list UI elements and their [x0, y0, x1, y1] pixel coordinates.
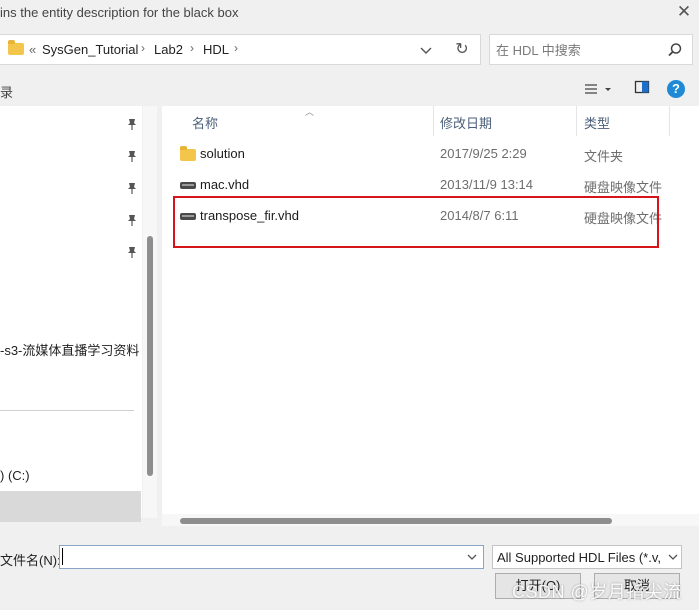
- search-icon[interactable]: [666, 41, 684, 59]
- column-divider[interactable]: [669, 106, 670, 136]
- watermark: CSDN @岁月指尖流: [512, 582, 682, 602]
- file-type-filter[interactable]: All Supported HDL Files (*.v,: [492, 545, 682, 569]
- horizontal-scrollbar-thumb[interactable]: [180, 518, 612, 524]
- view-menu-icon[interactable]: [583, 80, 613, 100]
- navigation-pane: [0, 106, 142, 518]
- nav-item-streaming-folder[interactable]: -s3-流媒体直播学习资料: [0, 340, 139, 359]
- chevron-down-icon[interactable]: [465, 550, 479, 564]
- dialog-title: ins the entity description for the black…: [0, 5, 239, 20]
- breadcrumb-item-sysgen[interactable]: SysGen_Tutorial: [42, 42, 138, 57]
- refresh-icon[interactable]: ↻: [452, 40, 472, 60]
- disk-image-icon: [180, 182, 196, 189]
- column-header-type[interactable]: 类型: [584, 113, 610, 132]
- help-icon[interactable]: ?: [667, 80, 685, 98]
- column-divider[interactable]: [576, 106, 577, 136]
- pin-icon[interactable]: [126, 117, 138, 131]
- filename-label: 文件名(N):: [0, 553, 61, 568]
- file-date: 2013/11/9 13:14: [440, 177, 534, 192]
- pin-icon[interactable]: [126, 213, 138, 227]
- search-box[interactable]: [489, 34, 693, 65]
- sort-arrow-icon: ︿: [305, 107, 315, 117]
- search-input[interactable]: [496, 41, 656, 59]
- text-caret: [62, 548, 63, 565]
- column-header-name[interactable]: 名称: [192, 113, 218, 132]
- folder-icon: [8, 40, 24, 55]
- highlight-box: [173, 196, 659, 248]
- chevron-down-icon[interactable]: [667, 550, 679, 564]
- filename-input[interactable]: [63, 548, 458, 566]
- chevron-right-icon[interactable]: ›: [234, 41, 238, 55]
- preview-pane-icon[interactable]: [634, 79, 650, 95]
- chevron-right-icon[interactable]: ›: [141, 41, 145, 55]
- address-bar[interactable]: « SysGen_Tutorial › Lab2 › HDL › ↻: [0, 34, 481, 65]
- breadcrumb-item-lab2[interactable]: Lab2: [154, 42, 183, 57]
- chevron-down-icon[interactable]: [416, 40, 436, 60]
- pin-icon[interactable]: [126, 149, 138, 163]
- organize-button[interactable]: 录: [0, 82, 13, 101]
- breadcrumb-overflow[interactable]: «: [29, 42, 36, 57]
- toolbar: 录: [0, 76, 699, 104]
- nav-item-selected[interactable]: [0, 491, 141, 522]
- nav-scrollbar-thumb[interactable]: [147, 236, 153, 476]
- pin-icon[interactable]: [126, 245, 138, 259]
- column-header-date[interactable]: 修改日期: [440, 113, 492, 132]
- folder-icon: [180, 146, 196, 161]
- file-type: 文件夹: [584, 149, 624, 164]
- filename-field[interactable]: [59, 545, 484, 569]
- file-type-filter-value: All Supported HDL Files (*.v,: [497, 550, 662, 565]
- column-divider[interactable]: [433, 106, 434, 136]
- nav-item-drive-c[interactable]: ) (C:): [0, 468, 30, 483]
- file-date: 2017/9/25 2:29: [440, 146, 527, 161]
- file-name[interactable]: mac.vhd: [200, 177, 249, 192]
- breadcrumb-item-hdl[interactable]: HDL: [203, 42, 229, 57]
- chevron-right-icon[interactable]: ›: [190, 41, 194, 55]
- file-name[interactable]: solution: [200, 146, 245, 161]
- pin-icon[interactable]: [126, 181, 138, 195]
- file-type: 硬盘映像文件: [584, 180, 663, 195]
- close-icon[interactable]: ✕: [674, 2, 694, 22]
- nav-divider: [0, 410, 134, 411]
